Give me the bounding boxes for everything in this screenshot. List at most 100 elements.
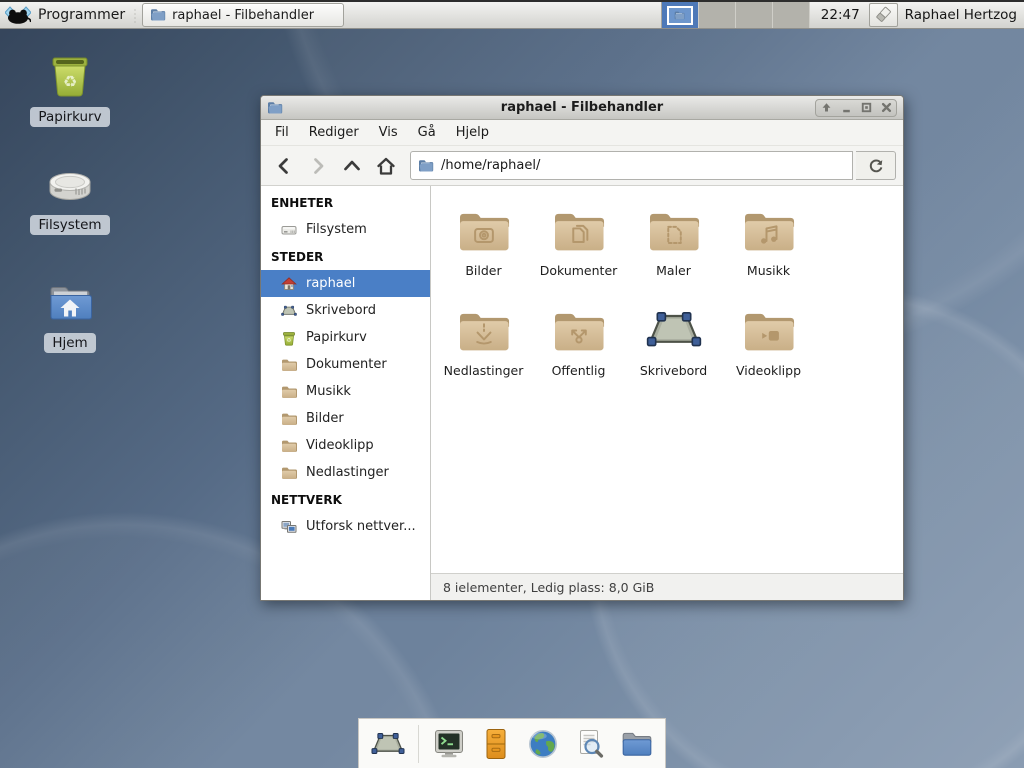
file-item-label: Musikk [747,263,790,278]
dock-launcher-folder-gray[interactable] [620,728,654,760]
path-value: /home/raphael/ [441,158,540,173]
folder-tan-small-icon [281,384,297,400]
shade-button[interactable] [816,100,836,116]
workspace-3[interactable] [736,2,773,28]
taskbar-window-button[interactable]: raphael - Filbehandler [142,3,344,27]
sidebar-item-musikk[interactable]: Musikk [261,378,430,405]
desktop-icon-hjem[interactable]: Hjem [22,278,118,353]
folder-tan-small-icon [281,438,297,454]
workspace-4[interactable] [773,2,810,28]
workspace-window-thumbnail [667,6,693,25]
window-titlebar[interactable]: raphael - Filbehandler [261,96,903,120]
dock-launcher-show-desktop[interactable] [371,728,405,760]
file-item-maler[interactable]: Maler [626,194,721,294]
file-item-label: Maler [656,263,691,278]
minimize-button[interactable] [836,100,856,116]
sidebar-item-nedlastinger[interactable]: Nedlastinger [261,459,430,486]
files-grid[interactable]: Bilder Dokumenter Maler Musikk Nedlastin… [431,186,903,573]
menu-vis[interactable]: Vis [369,121,408,144]
dock-launcher-file-search[interactable] [573,728,607,760]
sidebar-item-videoklipp[interactable]: Videoklipp [261,432,430,459]
menu-gå[interactable]: Gå [408,121,446,144]
drive-small-icon [281,222,297,238]
path-folder-icon [418,158,434,174]
dock-launcher-terminal[interactable] [432,728,466,760]
dock-launcher-file-cabinet[interactable] [479,728,513,760]
maximize-button[interactable] [856,100,876,116]
eraser-icon [874,6,892,24]
folder-templates-icon [646,206,702,254]
sidebar-item-label: Videoklipp [306,438,374,453]
desktop[interactable]: ♻ Papirkurv Filsystem Hjem raphael - Filbeh… [0,0,1024,768]
session-menu-button[interactable] [869,3,898,27]
clock[interactable]: 22:47 [821,7,860,23]
dock-launcher-web-browser[interactable] [526,728,560,760]
file-item-musikk[interactable]: Musikk [721,194,816,294]
sidebar-item-label: Nedlastinger [306,465,389,480]
trash-large-icon: ♻ [46,52,94,100]
sidebar-header-steder: STEDER [261,243,430,270]
close-button[interactable] [876,100,896,116]
desktop-small-icon [281,303,297,319]
file-item-label: Dokumenter [540,263,618,278]
file-item-label: Videoklipp [736,363,801,378]
dock [358,718,666,768]
sidebar-item-label: Papirkurv [306,330,367,345]
menu-rediger[interactable]: Rediger [299,121,369,144]
sidebar-item-label: Skrivebord [306,303,376,318]
up-button[interactable] [336,151,367,181]
forward-button[interactable] [302,151,333,181]
window-controls [815,99,897,117]
sidebar: ENHETER Filsystem STEDERraphael Skrivebord ♻… [261,186,431,600]
file-item-offentlig[interactable]: Offentlig [531,294,626,394]
folder-tan-small-icon [281,411,297,427]
menu-fil[interactable]: Fil [265,121,299,144]
show-desktop-icon [371,728,405,760]
workspace-2[interactable] [699,2,736,28]
applications-menu-button[interactable]: Programmer [0,2,133,28]
path-entry[interactable]: /home/raphael/ [410,151,853,180]
sidebar-item-papirkurv[interactable]: ♻Papirkurv [261,324,430,351]
sidebar-item-dokumenter[interactable]: Dokumenter [261,351,430,378]
session-user-name[interactable]: Raphael Hertzog [905,7,1017,23]
back-button[interactable] [268,151,299,181]
dock-separator [418,725,419,763]
folder-videos-icon [741,306,797,354]
workspace-1[interactable] [662,2,699,28]
desktop-icon-filsystem[interactable]: Filsystem [22,160,118,235]
sidebar-item-label: Dokumenter [306,357,387,372]
desktop-icon-papirkurv[interactable]: ♻ Papirkurv [22,52,118,127]
sidebar-item-utforsk-nettver[interactable]: Utforsk nettver... [261,513,430,540]
sidebar-header-enheter: ENHETER [261,189,430,216]
network-small-icon [281,519,297,535]
sidebar-item-filsystem[interactable]: Filsystem [261,216,430,243]
file-item-nedlastinger[interactable]: Nedlastinger [436,294,531,394]
sidebar-item-skrivebord[interactable]: Skrivebord [261,297,430,324]
desktop-icon-label: Papirkurv [30,107,109,127]
file-item-skrivebord[interactable]: Skrivebord [626,294,721,394]
file-item-bilder[interactable]: Bilder [436,194,531,294]
reload-button[interactable] [856,151,896,180]
taskbar-folder-icon [150,7,166,23]
desktop-icon-label: Hjem [44,333,95,353]
file-manager-window: raphael - Filbehandler FilRedigerVisGåHj… [260,95,904,601]
sidebar-item-label: Filsystem [306,222,367,237]
applications-menu-label: Programmer [38,7,125,23]
file-item-videoklipp[interactable]: Videoklipp [721,294,816,394]
folder-tan-small-icon [281,465,297,481]
sidebar-item-label: Musikk [306,384,351,399]
home-button[interactable] [370,151,401,181]
window-folder-icon [267,100,283,116]
files-pane: Bilder Dokumenter Maler Musikk Nedlastin… [431,186,903,600]
sidebar-item-bilder[interactable]: Bilder [261,405,430,432]
file-item-dokumenter[interactable]: Dokumenter [531,194,626,294]
folder-gray-icon [620,728,654,760]
desktop-trapezoid-icon [646,306,702,354]
sidebar-item-raphael[interactable]: raphael [261,270,430,297]
window-body: ENHETER Filsystem STEDERraphael Skrivebord ♻… [261,186,903,600]
statusbar-text: 8 ielementer, Ledig plass: 8,0 GiB [443,580,654,595]
menu-hjelp[interactable]: Hjelp [446,121,499,144]
home-folder-large-icon [46,278,94,326]
folder-documents-icon [551,206,607,254]
home-small-icon [281,276,297,292]
